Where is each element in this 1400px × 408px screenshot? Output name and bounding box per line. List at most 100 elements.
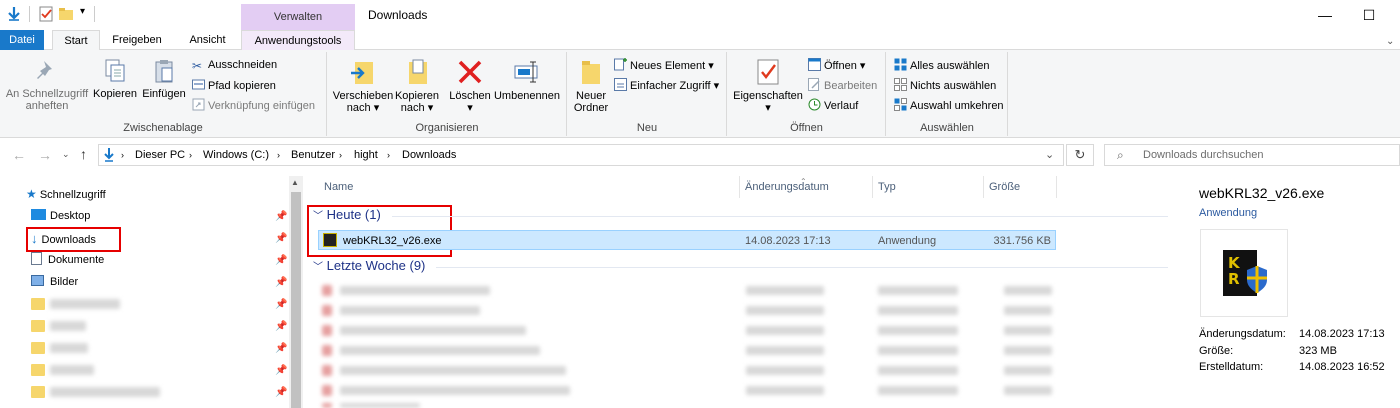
cut-label: Ausschneiden <box>208 59 278 71</box>
tab-start[interactable]: Start <box>52 30 100 51</box>
properties-button[interactable]: Eigenschaften ▾ <box>732 58 804 114</box>
rename-button[interactable]: Umbenennen <box>492 58 562 102</box>
breadcrumb-dieser-pc[interactable]: Dieser PC <box>135 145 185 165</box>
maximize-button[interactable]: ☐ <box>1346 0 1392 30</box>
copy-path-button[interactable]: Pfad kopieren <box>192 78 276 93</box>
nav-blurred-item[interactable] <box>50 343 88 353</box>
refresh-icon[interactable]: ↻ <box>1066 144 1094 166</box>
nav-blurred-item[interactable] <box>50 321 86 331</box>
file-row-selected[interactable]: webKRL32_v26.exe 14.08.2023 17:13 Anwend… <box>318 230 1056 250</box>
delete-button[interactable]: Löschen ▾ <box>448 58 492 114</box>
tab-freigeben[interactable]: Freigeben <box>107 30 167 51</box>
list-item[interactable] <box>340 403 420 408</box>
nav-blurred-item[interactable] <box>50 387 160 397</box>
pin-icon[interactable]: 📌 <box>275 233 287 244</box>
delete-x-icon <box>458 60 482 84</box>
nav-blurred-item[interactable] <box>50 365 94 375</box>
edit-button[interactable]: Bearbeiten <box>808 78 877 93</box>
invert-selection-button[interactable]: Auswahl umkehren <box>894 98 1004 113</box>
address-bar[interactable]: › Dieser PC › Windows (C:) › Benutzer › … <box>98 144 1064 166</box>
pin-icon <box>37 61 52 79</box>
pin-icon[interactable]: 📌 <box>275 343 287 354</box>
column-header-date[interactable]: Änderungsdatum <box>741 176 873 198</box>
tab-datei[interactable]: Datei <box>0 30 44 51</box>
pin-icon[interactable]: 📌 <box>275 387 287 398</box>
list-item[interactable] <box>340 286 490 295</box>
pin-icon[interactable]: 📌 <box>275 211 287 222</box>
breadcrumb-windows-c[interactable]: Windows (C:) <box>203 145 269 165</box>
search-placeholder: Downloads durchsuchen <box>1143 149 1264 161</box>
list-item[interactable] <box>340 366 566 375</box>
breadcrumb-chevron-icon[interactable]: › <box>189 145 192 165</box>
properties-icon <box>757 59 779 85</box>
properties-check-icon[interactable] <box>38 6 54 22</box>
select-none-button[interactable]: Nichts auswählen <box>894 78 996 93</box>
pin-icon[interactable]: 📌 <box>275 277 287 288</box>
list-item[interactable] <box>340 386 570 395</box>
new-folder-icon[interactable] <box>58 6 74 22</box>
breadcrumb-chevron-icon[interactable]: › <box>339 145 342 165</box>
group-header-today[interactable]: ﹀ Heute (1) <box>313 207 381 222</box>
copy-path-icon <box>192 79 205 90</box>
tab-anwendungstools[interactable]: Anwendungstools <box>241 30 355 51</box>
breadcrumb-chevron-icon[interactable]: › <box>277 145 280 165</box>
nav-pictures[interactable]: Bilder <box>31 271 78 293</box>
scroll-up-chevron-icon[interactable]: ▲ <box>291 178 299 187</box>
pin-icon[interactable]: 📌 <box>275 299 287 310</box>
move-to-button[interactable]: Verschieben nach ▾ <box>332 58 394 114</box>
pin-icon[interactable]: 📌 <box>275 321 287 332</box>
up-arrow-icon[interactable]: ↑ <box>80 146 87 162</box>
nav-desktop[interactable]: Desktop <box>31 205 90 227</box>
nav-downloads[interactable]: ↓ Downloads <box>31 228 96 250</box>
nav-blurred-item[interactable] <box>50 299 120 309</box>
breadcrumb-benutzer[interactable]: Benutzer <box>291 145 335 165</box>
breadcrumb-chevron-icon[interactable]: › <box>387 145 390 165</box>
tab-ansicht[interactable]: Ansicht <box>180 30 235 51</box>
select-all-button[interactable]: Alles auswählen <box>894 58 990 73</box>
list-item <box>1004 346 1052 355</box>
nav-quick-access[interactable]: ★ Schnellzugriff <box>26 183 106 205</box>
nav-documents[interactable]: Dokumente <box>31 249 104 271</box>
blurred-file-list <box>322 283 1058 408</box>
pin-icon[interactable]: 📌 <box>275 365 287 376</box>
download-arrow-icon[interactable] <box>6 6 22 22</box>
list-item[interactable] <box>340 346 540 355</box>
minimize-button[interactable]: — <box>1302 0 1348 30</box>
customize-qa-chevron-icon[interactable]: ▾ <box>80 6 85 17</box>
search-input[interactable]: ⌕ Downloads durchsuchen <box>1104 144 1400 166</box>
group-header-last-week[interactable]: ﹀ Letzte Woche (9) <box>313 258 425 273</box>
paste-shortcut-button[interactable]: Verknüpfung einfügen <box>192 98 315 113</box>
folder-icon <box>31 320 45 332</box>
list-item[interactable] <box>340 326 526 335</box>
nav-pictures-label: Bilder <box>50 276 79 288</box>
details-file-type: Anwendung <box>1199 207 1258 219</box>
new-item-button[interactable]: Neues Element ▾ <box>614 58 714 73</box>
copy-button[interactable]: Kopieren <box>93 58 137 100</box>
pin-to-quick-access-button[interactable]: An Schnellzugriff anheften <box>4 58 90 112</box>
history-button[interactable]: Verlauf <box>808 98 858 113</box>
copy-to-button[interactable]: Kopieren nach ▾ <box>394 58 440 114</box>
recent-locations-chevron-icon[interactable]: ⌄ <box>62 149 70 160</box>
breadcrumb-chevron-icon[interactable]: › <box>121 145 124 165</box>
pin-icon[interactable]: 📌 <box>275 255 287 266</box>
easy-access-button[interactable]: Einfacher Zugriff ▾ <box>614 78 719 93</box>
new-folder-button[interactable]: Neuer Ordner <box>572 58 610 114</box>
nav-scrollbar-thumb[interactable] <box>291 192 301 408</box>
breadcrumb-downloads[interactable]: Downloads <box>402 145 456 165</box>
column-header-size[interactable]: Größe <box>985 176 1057 198</box>
address-dropdown-chevron-icon[interactable]: ⌄ <box>1045 145 1054 165</box>
expand-ribbon-chevron-icon[interactable]: ⌄ <box>1386 36 1394 47</box>
open-button[interactable]: Öffnen ▾ <box>808 58 865 73</box>
breadcrumb-hight[interactable]: hight <box>354 145 378 165</box>
paste-button[interactable]: Einfügen <box>141 58 187 100</box>
back-arrow-icon[interactable]: ← <box>12 147 26 163</box>
new-folder-icon <box>582 61 600 84</box>
details-size-value: 323 MB <box>1299 345 1337 357</box>
list-item[interactable] <box>340 306 480 315</box>
cut-button[interactable]: ✂ Ausschneiden <box>192 58 277 73</box>
copy-icon <box>105 59 125 82</box>
column-header-type[interactable]: Typ <box>874 176 984 198</box>
list-item <box>746 306 824 315</box>
forward-arrow-icon[interactable]: → <box>38 147 52 163</box>
column-header-name[interactable]: Name <box>320 176 740 198</box>
